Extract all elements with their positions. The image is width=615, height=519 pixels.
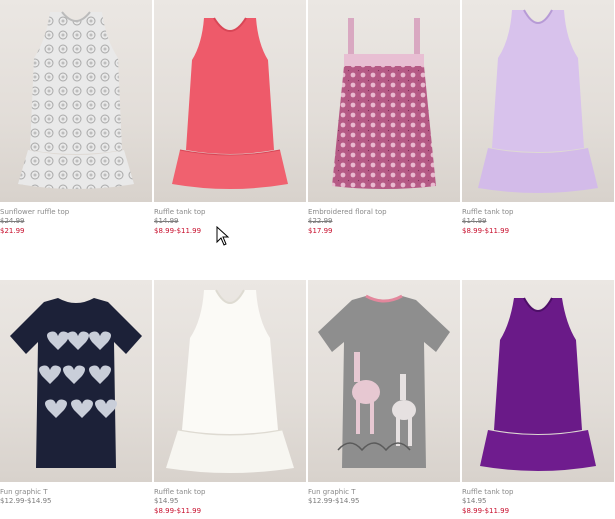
product-name[interactable]: Ruffle tank top bbox=[154, 488, 306, 497]
original-price: $22.99 bbox=[308, 217, 333, 225]
product-card[interactable]: Ruffle tank top $14.95 $8.99-$11.99 bbox=[154, 280, 306, 516]
sale-price: $21.99 bbox=[0, 227, 25, 235]
sale-price: $8.99-$11.99 bbox=[154, 227, 202, 235]
product-card[interactable]: Fun graphic T $12.99-$14.95 bbox=[0, 280, 152, 506]
product-name[interactable]: Ruffle tank top bbox=[154, 208, 306, 217]
product-name[interactable]: Ruffle tank top bbox=[462, 488, 614, 497]
grey-giraffe-graphic-tee-image[interactable] bbox=[308, 280, 460, 482]
product-card[interactable]: Ruffle tank top $14.99 $8.99-$11.99 bbox=[154, 0, 306, 236]
original-price: $14.95 bbox=[154, 497, 179, 505]
product-card[interactable]: Embroidered floral top $22.99 $17.99 bbox=[308, 0, 460, 236]
product-name[interactable]: Sunflower ruffle top bbox=[0, 208, 152, 217]
white-ruffle-tank-image[interactable] bbox=[154, 280, 306, 482]
product-name[interactable]: Embroidered floral top bbox=[308, 208, 460, 217]
original-price: $12.99-$14.95 bbox=[0, 497, 52, 505]
product-card[interactable]: Fun graphic T $12.99-$14.95 bbox=[308, 280, 460, 506]
sunflower-ruffle-top-image[interactable] bbox=[0, 0, 152, 202]
pink-ruffle-tank-image[interactable] bbox=[154, 0, 306, 202]
sale-price: $8.99-$11.99 bbox=[154, 507, 202, 515]
product-card[interactable]: Sunflower ruffle top $24.99 $21.99 bbox=[0, 0, 152, 236]
sale-price: $8.99-$11.99 bbox=[462, 227, 510, 235]
mouse-cursor-icon bbox=[216, 226, 230, 246]
original-price: $14.99 bbox=[462, 217, 487, 225]
product-name[interactable]: Ruffle tank top bbox=[462, 208, 614, 217]
product-name[interactable]: Fun graphic T bbox=[0, 488, 152, 497]
original-price: $12.99-$14.95 bbox=[308, 497, 360, 505]
lavender-ruffle-tank-image[interactable] bbox=[462, 0, 614, 202]
product-card[interactable]: Ruffle tank top $14.95 $8.99-$11.99 bbox=[462, 280, 614, 516]
embroidered-floral-top-image[interactable] bbox=[308, 0, 460, 202]
purple-ruffle-tank-image[interactable] bbox=[462, 280, 614, 482]
original-price: $14.99 bbox=[154, 217, 179, 225]
sale-price: $17.99 bbox=[308, 227, 333, 235]
product-name[interactable]: Fun graphic T bbox=[308, 488, 460, 497]
original-price: $24.99 bbox=[0, 217, 25, 225]
sale-price: $8.99-$11.99 bbox=[462, 507, 510, 515]
product-card[interactable]: Ruffle tank top $14.99 $8.99-$11.99 bbox=[462, 0, 614, 236]
product-grid: Sunflower ruffle top $24.99 $21.99 Ruffl… bbox=[0, 0, 615, 519]
original-price: $14.95 bbox=[462, 497, 487, 505]
navy-heart-graphic-tee-image[interactable] bbox=[0, 280, 152, 482]
